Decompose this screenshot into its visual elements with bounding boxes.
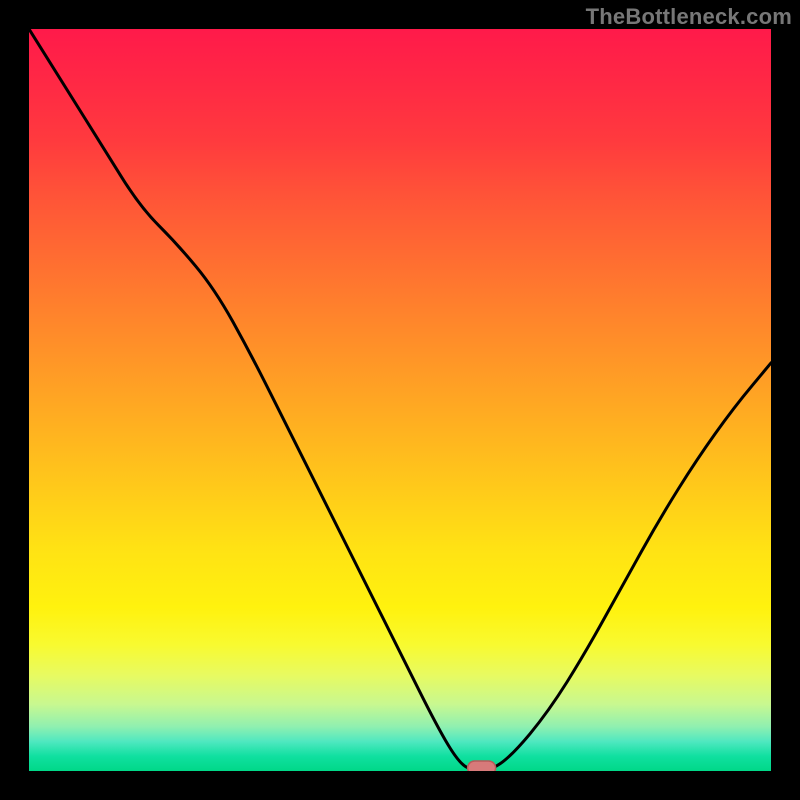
minimum-marker xyxy=(468,761,496,771)
curve-svg xyxy=(29,29,771,771)
chart-container: TheBottleneck.com xyxy=(0,0,800,800)
plot-area xyxy=(29,29,771,771)
bottleneck-curve xyxy=(29,29,771,771)
attribution-text: TheBottleneck.com xyxy=(586,4,792,30)
